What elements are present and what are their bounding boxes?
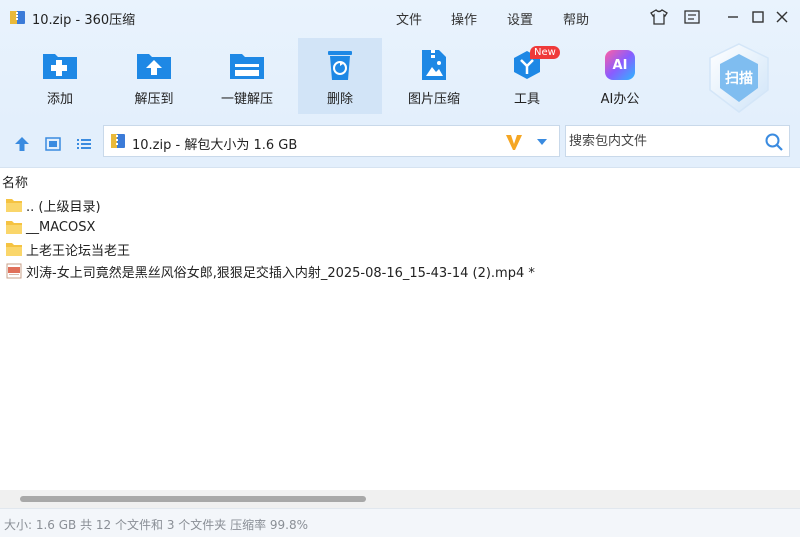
- column-header-name[interactable]: 名称: [0, 172, 800, 192]
- menu-file[interactable]: 文件: [396, 9, 422, 28]
- menu-help[interactable]: 帮助: [563, 9, 589, 28]
- file-list: 名称 .. (上级目录) __MACOSX 上老王论坛当老王 刘涛-女上司竟然是…: [0, 168, 800, 490]
- chevron-down-icon[interactable]: [536, 138, 548, 146]
- verified-v-icon[interactable]: [504, 132, 524, 152]
- tools-label: 工具: [513, 92, 540, 107]
- search-box[interactable]: [565, 125, 790, 157]
- menu-settings[interactable]: 设置: [507, 9, 533, 28]
- ai-office-icon: AI: [605, 50, 635, 80]
- file-name: 上老王论坛当老王: [26, 243, 131, 259]
- list-view-icon: [77, 139, 91, 149]
- list-view-button[interactable]: [74, 134, 94, 154]
- address-bar[interactable]: 10.zip - 解包大小为 1.6 GB: [103, 125, 560, 157]
- up-level-button[interactable]: [12, 134, 32, 154]
- shirt-icon: [650, 9, 668, 25]
- file-name: 刘涛-女上司竟然是黑丝风俗女郎,狠狠足交插入内射_2025-08-16_15-4…: [26, 265, 535, 281]
- extract-to-icon: [137, 54, 171, 79]
- maximize-button[interactable]: [747, 6, 769, 28]
- zip-file-icon: [111, 134, 125, 148]
- archive-path: 10.zip - 解包大小为 1.6 GB: [132, 138, 298, 153]
- search-icon[interactable]: [764, 132, 784, 152]
- ai-icon-text: AI: [612, 57, 628, 73]
- extract-to-button[interactable]: 解压到: [112, 38, 196, 114]
- add-file-icon: [43, 54, 77, 79]
- feedback-button[interactable]: [681, 6, 703, 28]
- minimize-button[interactable]: [722, 6, 744, 28]
- scan-button[interactable]: 扫描: [706, 42, 772, 114]
- folder-icon: [6, 221, 22, 234]
- tools-button[interactable]: New 工具: [485, 38, 569, 114]
- image-compress-label: 图片压缩: [407, 92, 460, 107]
- top-area: 10.zip - 360压缩 文件 操作 设置 帮助 添加 解压到 一键解压 删…: [0, 0, 800, 122]
- new-badge: New: [530, 46, 560, 59]
- video-file-icon: [6, 263, 22, 279]
- window-title: 10.zip - 360压缩: [32, 13, 136, 28]
- delete-button[interactable]: 删除: [298, 38, 382, 114]
- menu-operation[interactable]: 操作: [451, 9, 477, 28]
- app-logo-icon: [10, 11, 25, 24]
- one-click-extract-icon: [230, 54, 264, 79]
- image-compress-button[interactable]: 图片压缩: [392, 38, 476, 114]
- list-item[interactable]: __MACOSX: [0, 216, 800, 238]
- file-name: __MACOSX: [26, 219, 96, 235]
- one-click-extract-label: 一键解压: [220, 92, 273, 107]
- search-input[interactable]: [567, 127, 755, 155]
- status-bar: 大小: 1.6 GB 共 12 个文件和 3 个文件夹 压缩率 99.8%: [0, 508, 800, 537]
- thumbnail-view-icon: [45, 137, 61, 151]
- message-icon: [684, 10, 700, 24]
- status-text: 大小: 1.6 GB 共 12 个文件和 3 个文件夹 压缩率 99.8%: [4, 518, 309, 532]
- folder-icon: [6, 243, 22, 256]
- close-button[interactable]: [771, 6, 793, 28]
- image-compress-icon: [422, 50, 446, 80]
- one-click-extract-button[interactable]: 一键解压: [205, 38, 289, 114]
- minimize-icon: [728, 16, 738, 18]
- add-label: 添加: [46, 92, 73, 107]
- arrow-up-icon: [15, 137, 29, 151]
- file-name: .. (上级目录): [26, 199, 101, 215]
- add-button[interactable]: 添加: [18, 38, 102, 114]
- list-item[interactable]: .. (上级目录): [0, 194, 800, 216]
- close-icon: [776, 11, 788, 23]
- skin-button[interactable]: [648, 6, 670, 28]
- title-bar: 10.zip - 360压缩 文件 操作 设置 帮助: [0, 0, 800, 34]
- list-item[interactable]: 上老王论坛当老王: [0, 238, 800, 260]
- extract-to-label: 解压到: [134, 92, 174, 107]
- scrollbar-thumb[interactable]: [20, 496, 366, 502]
- horizontal-scrollbar[interactable]: [0, 490, 800, 508]
- delete-icon: [328, 51, 352, 80]
- folder-icon: [6, 199, 22, 212]
- thumbnail-view-button[interactable]: [43, 134, 63, 154]
- ai-office-label: AI办公: [600, 92, 640, 107]
- delete-label: 删除: [326, 92, 353, 107]
- scan-label: 扫描: [725, 71, 753, 87]
- maximize-icon: [752, 11, 764, 23]
- ai-office-button[interactable]: AI AI办公: [578, 38, 662, 114]
- navigation-bar: 10.zip - 解包大小为 1.6 GB: [0, 122, 800, 168]
- list-item[interactable]: 刘涛-女上司竟然是黑丝风俗女郎,狠狠足交插入内射_2025-08-16_15-4…: [0, 260, 800, 282]
